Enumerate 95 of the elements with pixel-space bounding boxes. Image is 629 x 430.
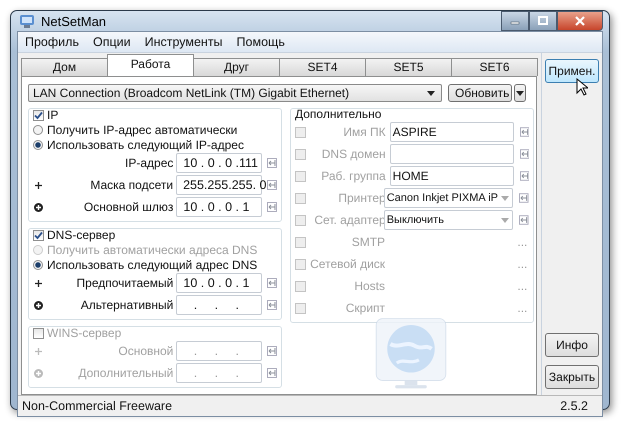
field-label: Принтер	[337, 191, 386, 205]
arrow-box-icon[interactable]	[267, 368, 277, 378]
field-label: SMTP	[350, 235, 386, 249]
radio-label: Использовать следующий адрес DNS	[47, 258, 258, 272]
cursor-icon	[576, 78, 588, 96]
close-icon	[575, 16, 585, 26]
arrow-box-icon[interactable]	[267, 202, 277, 212]
arrow-box-icon[interactable]	[520, 171, 530, 181]
ip-field[interactable]: 10 . 0 . 0 . 1	[176, 197, 262, 217]
radio-button[interactable]	[33, 140, 43, 150]
radio-label: Получить IP-адрес автоматически	[47, 122, 238, 136]
field-label: Предпочитаемый	[76, 276, 174, 290]
group-label: IP	[47, 108, 58, 122]
monitor-icon	[19, 13, 35, 29]
arrow-box-icon[interactable]	[267, 346, 277, 356]
ip-field[interactable]: . . .	[176, 295, 262, 315]
plus-circle-icon	[34, 368, 44, 378]
field-label: Альтернативный	[80, 298, 174, 312]
arrow-box-icon[interactable]	[519, 193, 529, 203]
adapter-dropdown[interactable]: LAN Connection (Broadcom NetLink (TM) Gigabit Ethernet)	[28, 84, 442, 102]
text-field[interactable]: HOME	[390, 166, 514, 186]
tab[interactable]: SET6	[451, 58, 538, 76]
menu-item[interactable]: Профиль	[18, 35, 86, 49]
tab[interactable]: SET4	[279, 58, 366, 76]
checkbox[interactable]	[295, 126, 306, 138]
tab[interactable]: Работа	[107, 54, 194, 76]
radio-label: Получить автоматически адреса DNS	[47, 242, 258, 256]
menu-item[interactable]: Помощь	[230, 35, 292, 49]
close-button[interactable]	[557, 11, 603, 31]
ip-field[interactable]: 10 . 0 . 0 . 1	[176, 273, 262, 293]
field-label: DNS домен	[320, 147, 386, 161]
checkbox[interactable]	[295, 280, 306, 292]
plus-icon	[35, 348, 42, 354]
text-field[interactable]: ASPIRE	[390, 122, 514, 142]
radio-button[interactable]	[33, 260, 43, 270]
plus-circle-icon	[34, 300, 44, 310]
field-label: Дополнительный	[77, 366, 174, 380]
plus-icon	[35, 280, 42, 286]
maximize-icon	[538, 16, 548, 26]
dropdown-arrow-icon	[501, 218, 510, 222]
dropdown[interactable]: Выключить	[384, 210, 514, 230]
status-text: Non-Commercial Freeware	[22, 399, 172, 413]
ip-field[interactable]: 10 . 0 . 0 .111	[176, 153, 262, 173]
checkbox[interactable]	[295, 148, 306, 160]
group-label: WINS-сервер	[47, 326, 122, 340]
dropdown-arrow-icon	[516, 90, 524, 96]
button[interactable]: Инфо	[545, 333, 599, 357]
plus-circle-icon	[34, 202, 44, 212]
arrow-box-icon[interactable]	[267, 180, 278, 190]
group-label: DNS-сервер	[47, 228, 116, 242]
arrow-box-icon[interactable]	[267, 158, 277, 168]
tab[interactable]: Друг	[193, 58, 280, 76]
version-text: 2.5.2	[560, 399, 588, 413]
refresh-button[interactable]: Обновить	[448, 84, 512, 102]
dropdown[interactable]: Canon Inkjet PIXMA iP	[384, 188, 514, 208]
radio-label: Использовать следующий IP-адрес	[47, 138, 244, 152]
field-label: IP-адрес	[124, 156, 174, 170]
field-label: Имя ПК	[342, 125, 386, 139]
checkbox[interactable]	[295, 302, 306, 314]
arrow-box-icon[interactable]	[267, 300, 277, 310]
checkbox[interactable]	[33, 230, 44, 240]
field-label: Маска подсети	[89, 178, 174, 192]
group-label: Дополнительно	[295, 107, 382, 121]
plus-icon	[35, 182, 42, 188]
arrow-box-icon[interactable]	[519, 215, 529, 225]
field-label: Основной	[117, 344, 174, 358]
checkbox[interactable]	[295, 170, 306, 182]
field-label: Сет. адаптер	[313, 213, 386, 227]
dropdown-arrow-icon	[427, 90, 435, 96]
checkbox[interactable]	[33, 110, 44, 120]
arrow-box-icon[interactable]	[520, 127, 530, 137]
window-title: NetSetMan	[41, 14, 108, 28]
checkbox[interactable]	[295, 192, 306, 204]
checkbox[interactable]	[33, 328, 44, 338]
field-label: Основной шлюз	[82, 200, 174, 214]
radio-button[interactable]	[33, 124, 43, 134]
field-label: Сетевой диск	[310, 257, 386, 271]
field-label: Hosts	[353, 279, 386, 293]
arrow-box-icon[interactable]	[267, 278, 277, 288]
minimize-button[interactable]	[501, 11, 529, 31]
maximize-button[interactable]	[529, 11, 557, 31]
menu-item[interactable]: Инструменты	[138, 35, 230, 49]
dropdown-arrow-icon	[501, 196, 510, 200]
checkbox[interactable]	[295, 236, 306, 248]
dropdown-button[interactable]	[514, 84, 526, 102]
tab[interactable]: SET5	[365, 58, 452, 76]
button[interactable]: Закрыть	[545, 365, 599, 389]
checkbox[interactable]	[295, 258, 306, 270]
field-label: Скрипт	[344, 301, 386, 315]
menu-item[interactable]: Опции	[86, 35, 138, 49]
tab[interactable]: Дом	[21, 58, 108, 76]
arrow-box-icon[interactable]	[520, 149, 530, 159]
text-field[interactable]	[390, 144, 514, 164]
checkbox[interactable]	[295, 214, 306, 226]
field-label: Раб. группа	[320, 169, 386, 183]
